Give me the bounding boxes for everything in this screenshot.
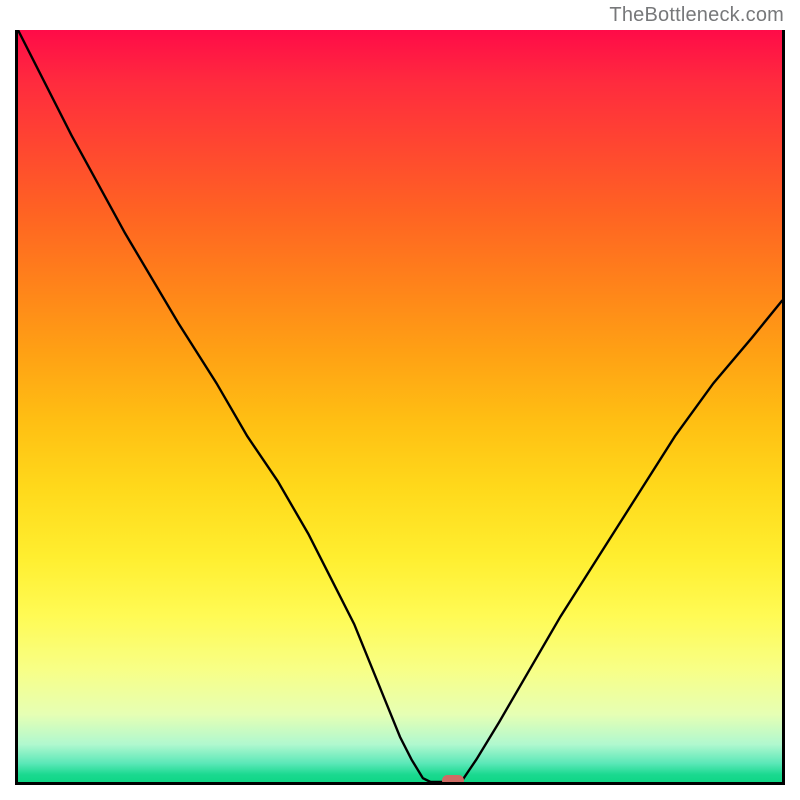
curve-path xyxy=(18,30,782,782)
plot-area xyxy=(15,30,785,785)
optimum-marker xyxy=(442,775,464,785)
chart-container: TheBottleneck.com xyxy=(0,0,800,800)
bottleneck-curve xyxy=(18,30,782,782)
watermark-text: TheBottleneck.com xyxy=(609,4,784,27)
